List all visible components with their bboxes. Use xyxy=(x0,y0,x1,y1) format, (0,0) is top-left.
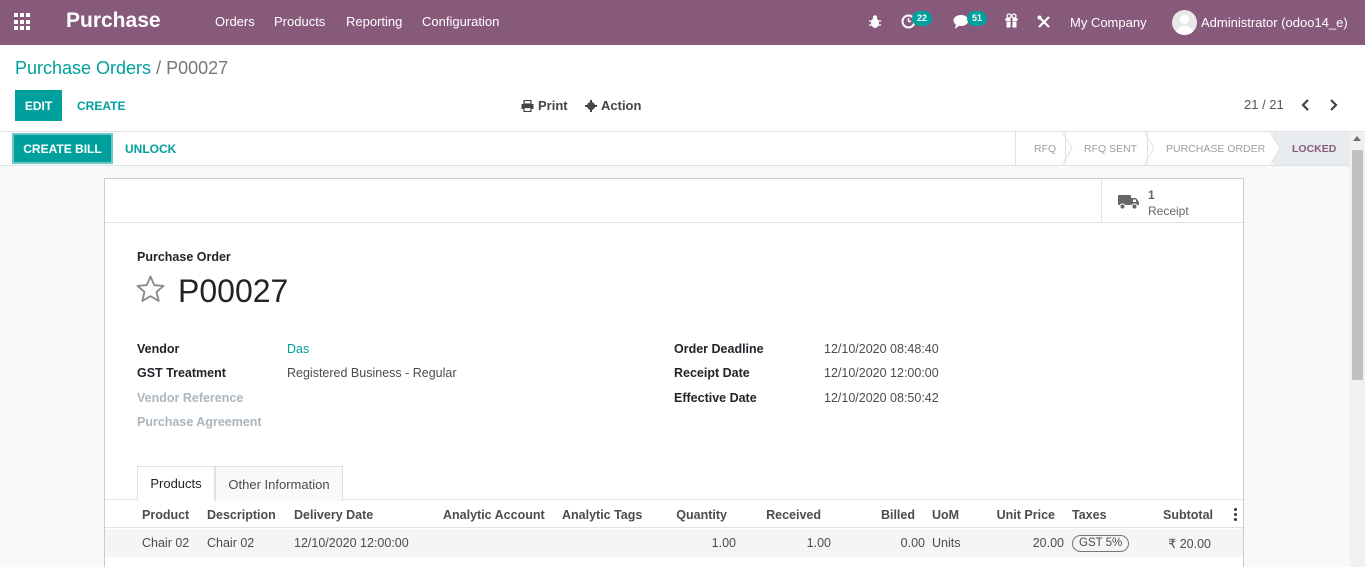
gst-treatment-value: Registered Business - Regular xyxy=(287,366,457,380)
optional-columns-icon[interactable] xyxy=(1234,508,1238,522)
column-uom[interactable]: UoM xyxy=(932,508,959,522)
pager-previous-icon[interactable] xyxy=(1301,99,1310,111)
menu-reporting[interactable]: Reporting xyxy=(346,14,402,29)
receipt-date-value: 12/10/2020 12:00:00 xyxy=(824,366,939,380)
column-analytic-account[interactable]: Analytic Account xyxy=(443,508,545,522)
vendor-reference-label: Vendor Reference xyxy=(137,391,244,405)
user-menu[interactable]: Administrator (odoo14_e) xyxy=(1201,15,1348,30)
row-uom: Units xyxy=(932,536,961,550)
breadcrumb: Purchase Orders / P00027 xyxy=(15,58,228,79)
pager-value[interactable]: 21 / 21 xyxy=(1244,97,1284,112)
document-name: P00027 xyxy=(178,273,289,309)
effective-date-label: Effective Date xyxy=(674,391,757,405)
star-icon[interactable] xyxy=(136,275,165,303)
stage-rfq[interactable]: RFQ xyxy=(1015,132,1065,165)
app-name[interactable]: Purchase xyxy=(66,9,161,33)
receipt-date-label: Receipt Date xyxy=(674,366,750,380)
row-unit-price: 20.00 xyxy=(1032,536,1064,550)
create-bill-button[interactable]: CREATE BILL xyxy=(14,135,111,162)
tab-other-information[interactable]: Other Information xyxy=(215,466,343,501)
menu-products[interactable]: Products xyxy=(274,14,325,29)
scroll-thumb[interactable] xyxy=(1352,150,1363,380)
tab-products[interactable]: Products xyxy=(137,466,215,501)
column-taxes[interactable]: Taxes xyxy=(1072,508,1107,522)
scroll-up-arrow-icon[interactable] xyxy=(1353,136,1361,141)
company-switcher[interactable]: My Company xyxy=(1070,15,1147,30)
row-quantity: 1.00 xyxy=(711,536,736,550)
form-sheet: 1 Receipt Purchase Order P00027 Vendor D… xyxy=(104,178,1244,567)
stage-arrows xyxy=(1062,132,1281,166)
control-panel: Purchase Orders / P00027 EDIT CREATE Print… xyxy=(0,45,1365,132)
receipt-smart-button[interactable]: 1 Receipt xyxy=(1101,179,1243,223)
effective-date-value: 12/10/2020 08:50:42 xyxy=(824,391,939,405)
breadcrumb-parent[interactable]: Purchase Orders xyxy=(15,58,151,78)
row-product: Chair 02 xyxy=(142,536,190,550)
column-description[interactable]: Description xyxy=(207,508,276,522)
gift-icon[interactable] xyxy=(1004,13,1019,28)
column-received[interactable]: Received xyxy=(755,508,821,522)
column-product[interactable]: Product xyxy=(142,508,189,522)
menu-orders[interactable]: Orders xyxy=(215,14,255,29)
user-avatar[interactable] xyxy=(1172,10,1197,35)
notebook-tabs: Products Other Information xyxy=(105,466,1243,501)
column-quantity[interactable]: Quantity xyxy=(665,508,727,522)
status-bar: CREATE BILL UNLOCK RFQ RFQ SENT PURCHASE… xyxy=(0,132,1350,166)
bug-icon[interactable] xyxy=(868,14,882,29)
smart-button-box: 1 Receipt xyxy=(105,179,1243,223)
breadcrumb-separator: / xyxy=(156,58,162,78)
order-deadline-label: Order Deadline xyxy=(674,342,764,356)
action-dropdown[interactable]: Action xyxy=(585,98,641,113)
page-scrollbar[interactable] xyxy=(1350,132,1365,567)
print-icon xyxy=(521,99,534,112)
row-received: 1.00 xyxy=(806,536,831,550)
breadcrumb-current: P00027 xyxy=(166,58,229,78)
row-delivery-date: 12/10/2020 12:00:00 xyxy=(294,536,409,550)
column-billed[interactable]: Billed xyxy=(865,508,915,522)
gear-icon xyxy=(585,99,597,112)
edit-button[interactable]: EDIT xyxy=(15,90,62,121)
receipt-count: 1 xyxy=(1148,188,1155,202)
print-dropdown[interactable]: Print xyxy=(521,98,568,113)
activity-count-badge: 22 xyxy=(912,11,933,26)
action-label: Action xyxy=(601,98,642,113)
top-navbar: Purchase Orders Products Reporting Confi… xyxy=(0,0,1365,45)
order-deadline-value: 12/10/2020 08:48:40 xyxy=(824,342,939,356)
row-description: Chair 02 xyxy=(207,536,255,550)
receipt-label: Receipt xyxy=(1148,204,1189,218)
apps-menu-icon[interactable] xyxy=(14,13,32,31)
truck-icon xyxy=(1118,195,1139,210)
message-count-badge: 51 xyxy=(967,11,988,26)
print-label: Print xyxy=(538,98,568,113)
purchase-agreement-label: Purchase Agreement xyxy=(137,415,262,429)
tax-badge: GST 5% xyxy=(1072,535,1130,552)
column-subtotal[interactable]: Subtotal xyxy=(1145,508,1213,522)
column-analytic-tags[interactable]: Analytic Tags xyxy=(562,508,642,522)
vendor-label: Vendor xyxy=(137,342,180,356)
row-billed: 0.00 xyxy=(900,536,925,550)
document-type-label: Purchase Order xyxy=(137,250,231,264)
row-subtotal: ₹ 20.00 xyxy=(1168,537,1211,551)
menu-configuration[interactable]: Configuration xyxy=(422,14,499,29)
tools-icon[interactable] xyxy=(1037,15,1051,29)
pager-next-icon[interactable] xyxy=(1329,99,1338,111)
create-button[interactable]: CREATE xyxy=(77,99,125,113)
vendor-value[interactable]: Das xyxy=(287,342,309,356)
gst-treatment-label: GST Treatment xyxy=(137,366,226,380)
unlock-button[interactable]: UNLOCK xyxy=(125,142,176,156)
column-delivery-date[interactable]: Delivery Date xyxy=(294,508,373,522)
column-unit-price[interactable]: Unit Price xyxy=(985,508,1055,522)
